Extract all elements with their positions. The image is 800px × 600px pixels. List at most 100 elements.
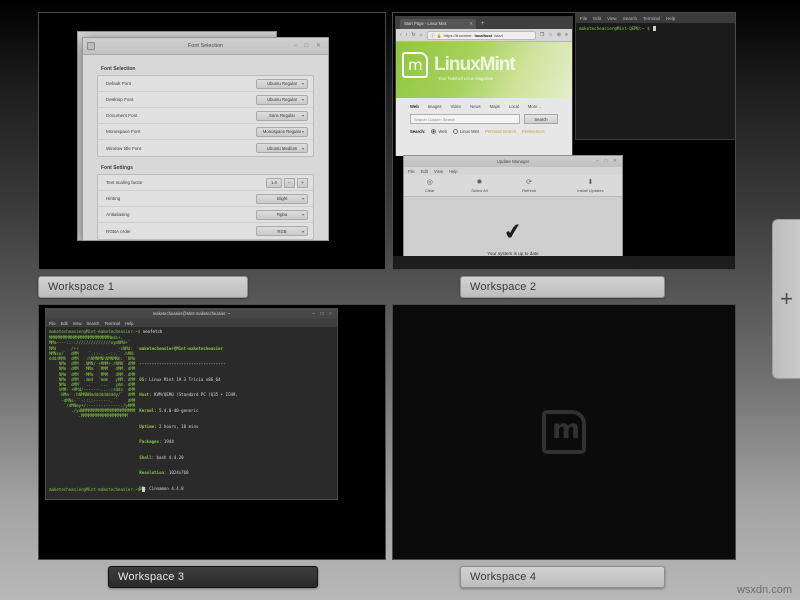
toolbar-select-all-button[interactable]: ✹ Select All: [460, 177, 500, 196]
update-manager-toolbar[interactable]: ◎ Clear ✹ Select All ⟳ Refresh ⬇ Install…: [404, 175, 622, 197]
terminal-menubar[interactable]: File Edit View Search Terminal Help: [46, 319, 337, 327]
row-hinting[interactable]: Hinting Slight▾: [98, 191, 313, 207]
link-preferences[interactable]: Preferences: [522, 129, 545, 134]
reader-mode-icon[interactable]: ❐: [540, 32, 544, 38]
value-monospace-font[interactable]: Monospace Regular▾: [256, 127, 308, 137]
nav-link-maps[interactable]: Maps: [490, 104, 500, 109]
terminal-menubar-ws2[interactable]: File Edit View Search Terminal Help: [576, 14, 736, 23]
menu-view[interactable]: View: [73, 321, 82, 326]
stepper-increment-icon[interactable]: +: [297, 178, 308, 188]
value-default-font[interactable]: Ubuntu Regular▾: [256, 79, 308, 89]
value-document-font[interactable]: Sans Regular▾: [256, 111, 308, 121]
workspace-label-4[interactable]: Workspace 4: [460, 566, 665, 588]
text-scaling-stepper[interactable]: 1.0 − +: [266, 178, 308, 188]
workspace-3[interactable]: maketecheasier@Mint-maketecheasier: ~ − …: [38, 304, 386, 592]
window-controls[interactable]: − □ ✕: [596, 156, 619, 167]
bookmark-star-icon[interactable]: ☆: [548, 32, 552, 38]
search-input[interactable]: Search Custom Search: [410, 114, 520, 124]
row-window-title-font[interactable]: Window title Font Ubuntu Medium▾: [98, 140, 313, 156]
gnome-terminal-window[interactable]: maketecheasier@Mint-maketecheasier: ~ − …: [45, 308, 338, 500]
menu-help[interactable]: Help: [125, 321, 133, 326]
new-tab-icon[interactable]: +: [481, 19, 485, 29]
empty-desktop[interactable]: [393, 305, 735, 559]
update-manager-menubar[interactable]: File Edit View Help: [404, 167, 622, 175]
workspace-1-thumbnail[interactable]: A Sans A Bold A Cancel Font Selection − …: [38, 12, 386, 270]
firefox-navbar[interactable]: ‹ › ↻ ⌂ ⓘ 🔒 https://linuxmint.localhost/…: [396, 29, 572, 42]
workspace-label-2[interactable]: Workspace 2: [460, 276, 665, 298]
nav-link-images[interactable]: Images: [428, 104, 442, 109]
nav-link-news[interactable]: News: [470, 104, 480, 109]
nav-link-video[interactable]: Video: [451, 104, 462, 109]
row-default-font[interactable]: Default Font Ubuntu Regular▾: [98, 76, 313, 92]
font-selection-dialog[interactable]: Font Selection − □ ✕ Font Selection Defa…: [82, 37, 329, 241]
row-document-font[interactable]: Document Font Sans Regular▾: [98, 108, 313, 124]
menu-search[interactable]: Search: [86, 321, 99, 326]
radio-linuxmint[interactable]: Linux Mint: [453, 129, 479, 134]
search-button[interactable]: Search: [524, 114, 558, 124]
browser-tab[interactable]: Start Page - Linux Mint ✕: [400, 19, 476, 29]
address-bar[interactable]: ⓘ 🔒 https://linuxmint.localhost/start: [427, 31, 536, 40]
window-controls[interactable]: − □ ✕: [294, 38, 325, 55]
account-icon[interactable]: ⊚: [557, 32, 561, 38]
workspace-4[interactable]: Workspace 4: [392, 304, 736, 592]
menu-terminal[interactable]: Terminal: [643, 16, 660, 21]
value-rgba-order[interactable]: RGB▾: [256, 226, 308, 236]
window-controls[interactable]: − □ ○: [312, 309, 334, 319]
row-text-scaling-factor[interactable]: Text scaling factor 1.0 − +: [98, 175, 313, 191]
menu-file[interactable]: File: [580, 16, 587, 21]
update-manager-window[interactable]: Update Manager − □ ✕ File Edit View Help…: [403, 155, 623, 265]
toolbar-install-updates-button[interactable]: ⬇ Install Updates: [559, 177, 622, 196]
firefox-tabstrip[interactable]: Start Page - Linux Mint ✕ +: [396, 17, 572, 29]
workspace-1[interactable]: A Sans A Bold A Cancel Font Selection − …: [38, 12, 386, 296]
menu-edit[interactable]: Edit: [593, 16, 601, 21]
menu-edit[interactable]: Edit: [421, 169, 428, 174]
menu-view[interactable]: View: [607, 16, 617, 21]
menu-help[interactable]: Help: [449, 169, 458, 174]
nav-link-more[interactable]: More...: [528, 104, 541, 109]
workspace-4-thumbnail[interactable]: [392, 304, 736, 560]
desktop-taskbar[interactable]: [393, 256, 735, 269]
value-antialiasing[interactable]: Rgba▾: [256, 210, 308, 220]
back-icon[interactable]: ‹: [400, 32, 402, 38]
menu-edit[interactable]: Edit: [61, 321, 68, 326]
menu-search[interactable]: Search: [623, 16, 637, 21]
stepper-decrement-icon[interactable]: −: [284, 178, 295, 188]
row-antialiasing[interactable]: Antialiasing Rgba▾: [98, 207, 313, 223]
row-monospace-font[interactable]: Monospace Font Monospace Regular▾: [98, 124, 313, 140]
value-text-scaling-factor[interactable]: 1.0: [266, 178, 282, 188]
menu-terminal[interactable]: Terminal: [104, 321, 119, 326]
row-desktop-font[interactable]: Desktop Font Ubuntu Regular▾: [98, 92, 313, 108]
terminal-output[interactable]: maketecheasier@Mint-maketecheasier:~$ ne…: [46, 327, 337, 498]
workspace-3-thumbnail[interactable]: maketecheasier@Mint-maketecheasier: ~ − …: [38, 304, 386, 560]
menu-help[interactable]: Help: [666, 16, 675, 21]
workspace-2[interactable]: Start Page - Linux Mint ✕ + ‹ › ↻ ⌂ ⓘ 🔒 …: [392, 12, 736, 296]
menu-file[interactable]: File: [49, 321, 56, 326]
hamburger-menu-icon[interactable]: ≡: [565, 32, 568, 38]
nav-link-local[interactable]: Local: [509, 104, 519, 109]
menu-view[interactable]: View: [434, 169, 443, 174]
menu-file[interactable]: File: [408, 169, 415, 174]
workspace-label-3[interactable]: Workspace 3: [108, 566, 318, 588]
value-window-title-font[interactable]: Ubuntu Medium▾: [256, 143, 308, 153]
reload-icon[interactable]: ↻: [411, 32, 415, 38]
page-nav-links[interactable]: Web Images Video News Maps Local More...: [396, 98, 572, 109]
link-personal-search[interactable]: Personal Search: [485, 129, 516, 134]
toolbar-refresh-button[interactable]: ⟳ Refresh: [509, 177, 549, 196]
add-workspace-button[interactable]: +: [772, 219, 800, 379]
firefox-window[interactable]: Start Page - Linux Mint ✕ + ‹ › ↻ ⌂ ⓘ 🔒 …: [395, 16, 573, 156]
row-rgba-order[interactable]: RGBA order RGB▾: [98, 223, 313, 239]
forward-icon[interactable]: ›: [406, 32, 408, 38]
page-search-row[interactable]: Search Custom Search Search: [396, 109, 572, 124]
toolbar-clear-button[interactable]: ◎ Clear: [410, 177, 450, 196]
home-icon[interactable]: ⌂: [420, 32, 423, 38]
value-hinting[interactable]: Slight▾: [256, 194, 308, 204]
value-desktop-font[interactable]: Ubuntu Regular▾: [256, 95, 308, 105]
workspace-label-1[interactable]: Workspace 1: [38, 276, 248, 298]
workspace-2-thumbnail[interactable]: Start Page - Linux Mint ✕ + ‹ › ↻ ⌂ ⓘ 🔒 …: [392, 12, 736, 270]
terminal-window-ws2[interactable]: File Edit View Search Terminal Help make…: [575, 13, 736, 140]
search-scope-row[interactable]: Search: Web Linux Mint Personal Search P…: [396, 124, 572, 134]
radio-web[interactable]: Web: [431, 129, 447, 134]
close-icon[interactable]: ✕: [469, 19, 473, 29]
text-cursor: [653, 26, 656, 31]
nav-link-web[interactable]: Web: [410, 104, 419, 109]
